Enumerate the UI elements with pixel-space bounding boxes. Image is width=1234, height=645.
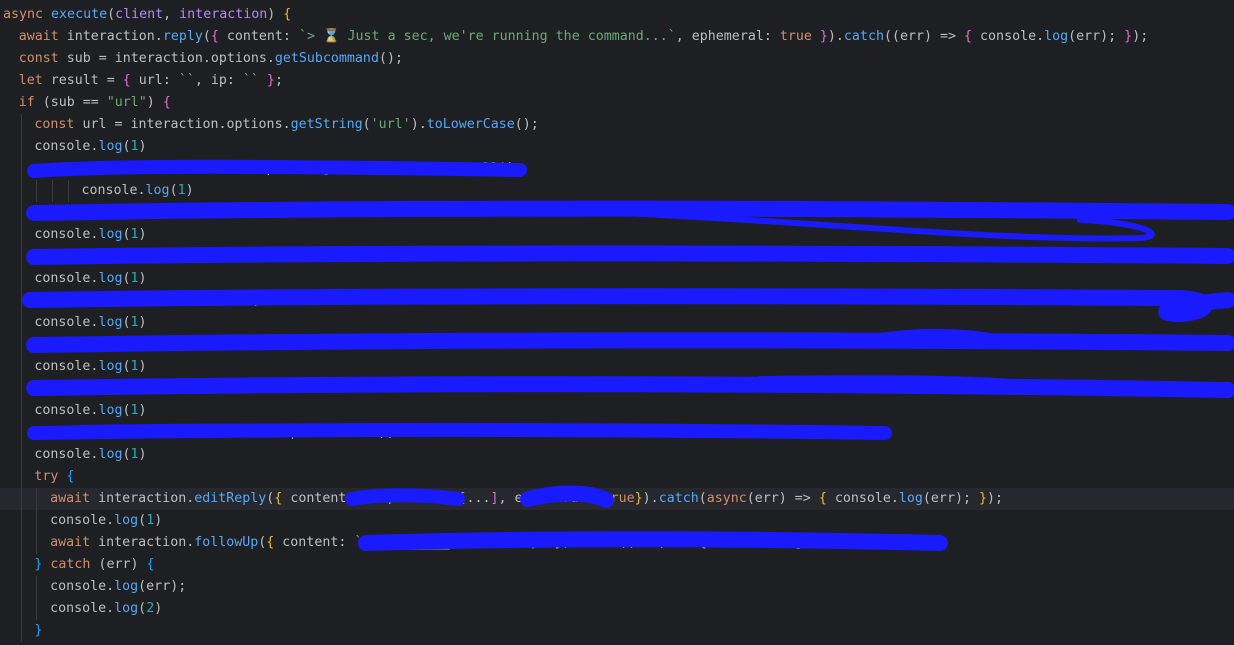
- redaction-stroke: [22, 288, 1234, 322]
- redaction-stroke: [27, 159, 527, 178]
- redaction-stroke: [345, 488, 465, 506]
- redaction-stroke: [520, 485, 614, 508]
- redaction-stroke: [26, 245, 1234, 265]
- redaction-stroke: [77, 423, 423, 432]
- redaction-stroke: [358, 531, 948, 551]
- redaction-stroke: [27, 423, 892, 440]
- redaction-stroke: [875, 328, 995, 343]
- redaction-stroke: [26, 332, 1234, 353]
- redaction-scribbles: [22, 159, 1234, 551]
- redaction-stroke: [26, 376, 1234, 398]
